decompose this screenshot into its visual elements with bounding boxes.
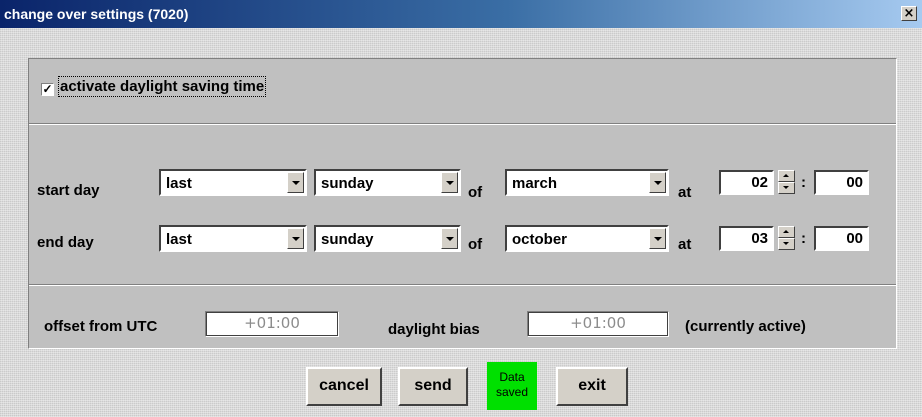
settings-panel: ✓ activate daylight saving time start da…	[28, 58, 897, 349]
dropdown-arrow-icon[interactable]	[649, 172, 666, 193]
start-occurrence-select[interactable]: last	[159, 169, 307, 196]
end-month-value: october	[512, 231, 568, 248]
currently-active-label: (currently active)	[685, 318, 806, 335]
start-at-label: at	[678, 184, 692, 201]
dropdown-arrow-icon[interactable]	[441, 228, 458, 249]
start-minute-field[interactable]: 00	[814, 170, 869, 195]
cancel-button[interactable]: cancel	[306, 367, 382, 406]
spin-down-icon[interactable]	[778, 182, 795, 194]
title-bar: change over settings (7020) ×	[0, 0, 922, 28]
end-of-label: of	[468, 236, 483, 253]
start-weekday-select[interactable]: sunday	[314, 169, 461, 196]
end-minute-field[interactable]: 00	[814, 226, 869, 251]
end-day-label: end day	[37, 234, 94, 251]
daylight-bias-field: +01:00	[527, 311, 669, 337]
start-of-label: of	[468, 184, 483, 201]
status-indicator: Data saved	[487, 362, 537, 410]
divider	[29, 284, 896, 286]
end-month-select[interactable]: october	[505, 225, 669, 252]
offset-utc-field: +01:00	[205, 311, 339, 337]
window-title: change over settings (7020)	[4, 6, 189, 22]
start-weekday-value: sunday	[321, 175, 374, 192]
start-hour-spinner[interactable]	[778, 170, 795, 195]
start-day-label: start day	[37, 182, 100, 199]
dst-checkbox-label[interactable]: activate daylight saving time	[57, 76, 267, 97]
start-hour-field[interactable]: 02	[719, 170, 774, 195]
spin-up-icon[interactable]	[778, 170, 795, 182]
dropdown-arrow-icon[interactable]	[287, 228, 304, 249]
start-month-value: march	[512, 175, 558, 192]
spin-up-icon[interactable]	[778, 226, 795, 238]
send-button[interactable]: send	[398, 367, 468, 406]
offset-utc-label: offset from UTC	[44, 318, 158, 335]
end-hour-spinner[interactable]	[778, 226, 795, 251]
divider	[29, 123, 896, 125]
end-weekday-select[interactable]: sunday	[314, 225, 461, 252]
checkmark-icon: ✓	[42, 82, 53, 96]
end-colon: :	[801, 230, 806, 247]
spin-down-icon[interactable]	[778, 238, 795, 250]
dropdown-arrow-icon[interactable]	[649, 228, 666, 249]
exit-button[interactable]: exit	[556, 367, 628, 406]
end-occurrence-select[interactable]: last	[159, 225, 307, 252]
end-hour-field[interactable]: 03	[719, 226, 774, 251]
dropdown-arrow-icon[interactable]	[287, 172, 304, 193]
end-occurrence-value: last	[166, 231, 192, 248]
start-occurrence-value: last	[166, 175, 192, 192]
daylight-bias-label: daylight bias	[388, 321, 480, 338]
dropdown-arrow-icon[interactable]	[441, 172, 458, 193]
status-line2: saved	[495, 385, 529, 399]
close-icon: ×	[903, 6, 915, 21]
end-weekday-value: sunday	[321, 231, 374, 248]
start-month-select[interactable]: march	[505, 169, 669, 196]
start-colon: :	[801, 174, 806, 191]
dst-checkbox[interactable]: ✓	[41, 83, 54, 96]
end-at-label: at	[678, 236, 692, 253]
close-button[interactable]: ×	[901, 6, 917, 21]
status-line1: Data	[499, 370, 525, 384]
